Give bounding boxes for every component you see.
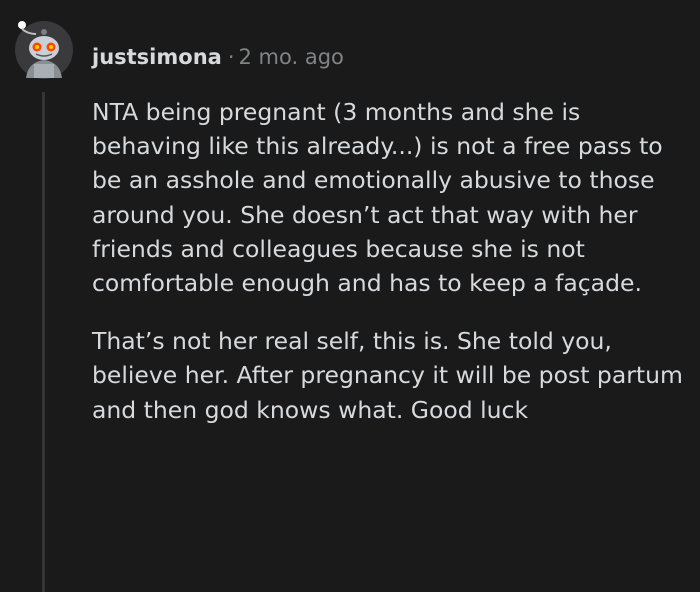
snoo-avatar-icon xyxy=(15,21,73,79)
user-avatar[interactable] xyxy=(14,20,74,80)
comment-paragraph: NTA being pregnant (3 months and she is … xyxy=(92,98,663,298)
comment-body: NTA being pregnant (3 months and she is … xyxy=(92,95,688,427)
thread-collapse-line[interactable] xyxy=(42,92,45,592)
comment-header: justsimona · 2 mo. ago xyxy=(92,40,344,74)
comment: justsimona · 2 mo. ago NTA being pregnant … xyxy=(0,0,700,592)
comment-paragraph: That’s not her real self, this is. She t… xyxy=(92,327,683,424)
comment-timestamp[interactable]: 2 mo. ago xyxy=(239,45,344,69)
username-link[interactable]: justsimona xyxy=(92,45,222,69)
meta-separator: · xyxy=(227,45,235,69)
